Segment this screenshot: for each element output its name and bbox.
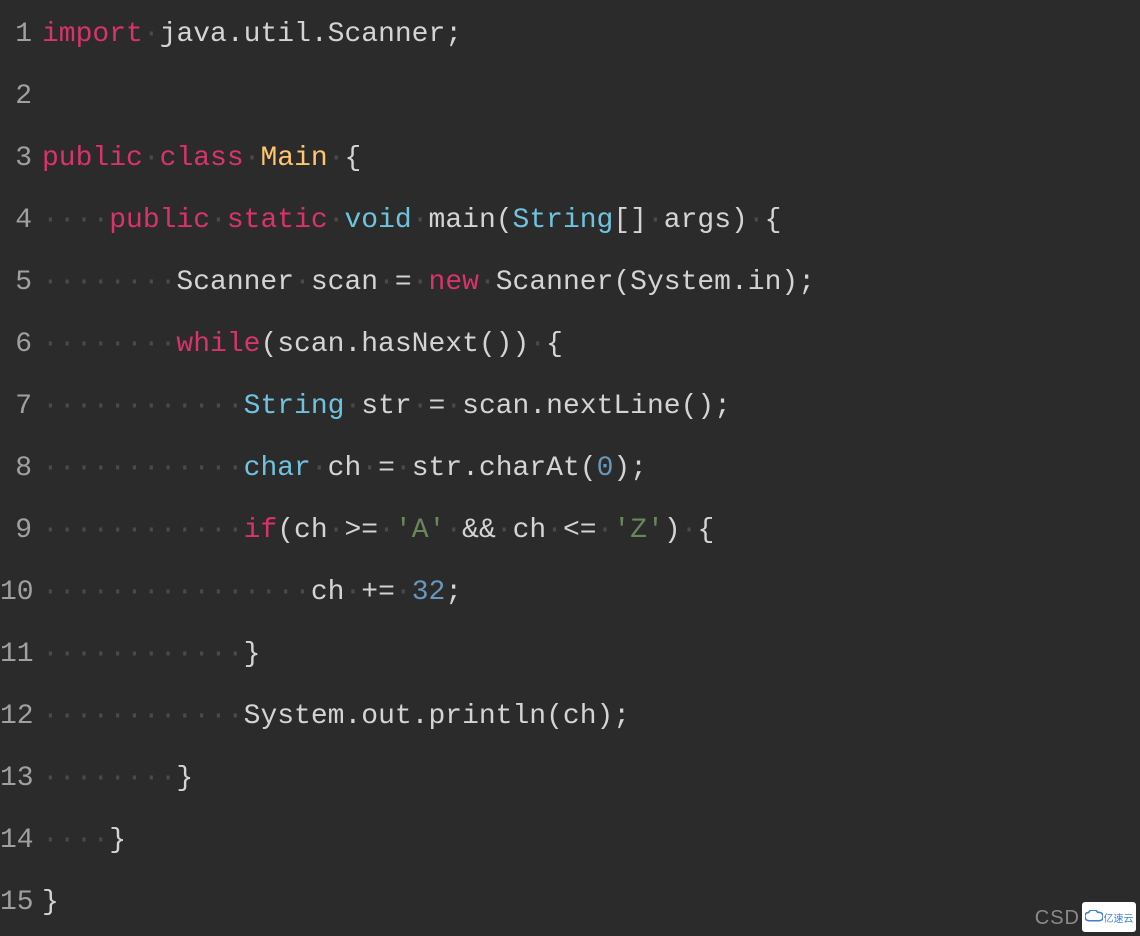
code-line: public·class·Main·{ — [42, 128, 1140, 190]
line-number: 4 — [0, 190, 32, 252]
line-number-gutter: 123456789101112131415 — [0, 4, 42, 936]
watermark-badge: 亿速云 — [1082, 902, 1136, 932]
code-line: } — [42, 872, 1140, 934]
code-line: ····} — [42, 810, 1140, 872]
line-number: 7 — [0, 376, 32, 438]
code-line: ················ch·+=·32; — [42, 562, 1140, 624]
code-line: ············char·ch·=·str.charAt(0); — [42, 438, 1140, 500]
code-content: import·java.util.Scanner; public·class·Ma… — [42, 4, 1140, 936]
line-number: 14 — [0, 810, 32, 872]
code-editor: 123456789101112131415 import·java.util.S… — [0, 0, 1140, 936]
line-number: 5 — [0, 252, 32, 314]
line-number: 12 — [0, 686, 32, 748]
line-number: 6 — [0, 314, 32, 376]
watermark-csd: CSD — [1035, 907, 1080, 930]
code-line: ········while(scan.hasNext())·{ — [42, 314, 1140, 376]
line-number: 9 — [0, 500, 32, 562]
code-line: ············System.out.println(ch); — [42, 686, 1140, 748]
line-number: 15 — [0, 872, 32, 934]
code-line: ············if(ch·>=·'A'·&&·ch·<=·'Z')·{ — [42, 500, 1140, 562]
code-line: ········Scanner·scan·=·new·Scanner(Syste… — [42, 252, 1140, 314]
line-number: 2 — [0, 66, 32, 128]
code-line: ············String·str·=·scan.nextLine()… — [42, 376, 1140, 438]
code-line — [42, 66, 1140, 128]
line-number: 8 — [0, 438, 32, 500]
line-number: 1 — [0, 4, 32, 66]
line-number: 10 — [0, 562, 32, 624]
line-number: 13 — [0, 748, 32, 810]
code-line: ········} — [42, 748, 1140, 810]
line-number: 3 — [0, 128, 32, 190]
watermark-badge-text: 亿速云 — [1104, 910, 1134, 925]
code-line: import·java.util.Scanner; — [42, 4, 1140, 66]
code-line: ····public·static·void·main(String[]·arg… — [42, 190, 1140, 252]
code-line: ············} — [42, 624, 1140, 686]
line-number: 11 — [0, 624, 32, 686]
